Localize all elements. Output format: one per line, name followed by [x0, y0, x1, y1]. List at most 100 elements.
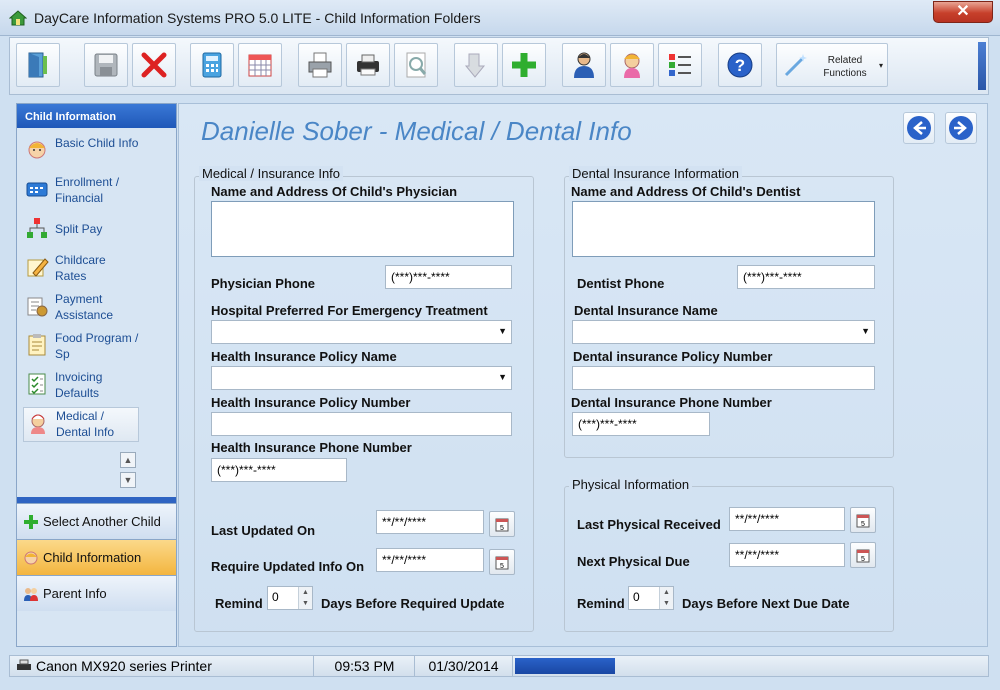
sidebar-item-food-program[interactable]: Food Program / Sp — [23, 330, 139, 364]
child-button[interactable] — [610, 43, 654, 87]
require-updated-input[interactable]: **/**/**** — [376, 548, 484, 572]
policy-name-select[interactable] — [211, 366, 512, 390]
arrow-left-icon — [907, 116, 931, 140]
import-button[interactable] — [454, 43, 498, 87]
next-record-button[interactable] — [945, 112, 977, 144]
sidebar-item-enrollment[interactable]: Enrollment / Financial — [23, 174, 139, 208]
sidebar-item-label: Split Pay — [55, 222, 103, 236]
last-updated-calendar-button[interactable]: 5 — [489, 511, 515, 537]
sidebar-item-label: Enrollment / Financial — [55, 175, 120, 205]
exit-icon — [28, 52, 47, 78]
dentist-phone-label: Dentist Phone — [577, 276, 665, 291]
sidebar-item-split-pay[interactable]: Split Pay — [23, 213, 139, 247]
remind-days-stepper[interactable]: 0 ▲ ▼ — [267, 586, 313, 610]
physician-phone-input[interactable]: (***)***-**** — [385, 265, 512, 289]
print-preview-button[interactable] — [394, 43, 438, 87]
exit-button[interactable] — [16, 43, 60, 87]
nav-parent-info[interactable]: Parent Info — [17, 575, 176, 611]
app-house-icon — [9, 10, 27, 26]
dental-insurance-name-label: Dental Insurance Name — [574, 303, 718, 318]
arrow-right-icon — [949, 116, 973, 140]
physical-remind-stepper[interactable]: 0 ▲ ▼ — [628, 586, 674, 610]
medical-group-title: Medical / Insurance Info — [199, 166, 344, 181]
checklist-button[interactable] — [658, 43, 702, 87]
sidebar-header: Child Information — [17, 104, 176, 128]
spin-arrows-icon[interactable]: ▲ ▼ — [659, 587, 673, 609]
sidebar-item-payment-assistance[interactable]: Payment Assistance — [23, 291, 139, 325]
next-physical-label: Next Physical Due — [577, 554, 690, 569]
physician-input[interactable] — [211, 201, 514, 257]
print-report-button[interactable] — [298, 43, 342, 87]
policy-number-input[interactable] — [211, 412, 512, 436]
printer-button[interactable] — [346, 43, 390, 87]
physical-group-title: Physical Information — [569, 477, 693, 492]
last-physical-calendar-button[interactable]: 5 — [850, 507, 876, 533]
svg-text:5: 5 — [500, 525, 504, 532]
related-functions-button[interactable]: Related Functions ▾ — [776, 43, 888, 87]
sidebar-item-label: Food Program / Sp — [55, 331, 139, 361]
child-face-icon — [28, 141, 46, 159]
window-title: DayCare Information Systems PRO 5.0 LITE… — [34, 10, 481, 26]
close-button[interactable]: ✕ — [933, 1, 993, 23]
nav-child-information[interactable]: Child Information — [17, 539, 176, 575]
sidebar-scroll-down-button[interactable]: ▼ — [120, 472, 136, 488]
require-updated-label: Require Updated Info On — [211, 559, 365, 574]
status-bar: Canon MX920 series Printer 09:53 PM 01/3… — [9, 655, 989, 677]
sidebar-item-medical-dental[interactable]: Medical / Dental Info — [23, 407, 139, 442]
remind-days-value: 0 — [272, 590, 279, 604]
sidebar-item-label: Invoicing Defaults — [55, 370, 103, 400]
add-button[interactable] — [502, 43, 546, 87]
toolbar-grip — [978, 42, 986, 90]
last-physical-input[interactable]: **/**/**** — [729, 507, 845, 531]
help-button[interactable]: ? — [718, 43, 762, 87]
sidebar-item-label: Payment Assistance — [55, 292, 114, 322]
policy-name-label: Health Insurance Policy Name — [211, 349, 397, 364]
dental-group-title: Dental Insurance Information — [569, 166, 742, 181]
calculator-icon — [202, 52, 222, 78]
next-physical-input[interactable]: **/**/**** — [729, 543, 845, 567]
nav-label: Parent Info — [43, 586, 107, 601]
sidebar-scroll-up-button[interactable]: ▲ — [120, 452, 136, 468]
calendar-icon: 5 — [495, 556, 509, 570]
calendar-icon: 5 — [495, 518, 509, 532]
print-icon — [308, 52, 332, 78]
preview-icon — [406, 52, 427, 78]
page-title: Danielle Sober - Medical / Dental Info — [201, 116, 632, 146]
rates-pencil-icon — [27, 258, 49, 277]
status-time: 09:53 PM — [315, 656, 415, 676]
spin-arrows-icon[interactable]: ▲ ▼ — [298, 587, 312, 609]
calendar-icon: 5 — [856, 549, 870, 563]
next-physical-calendar-button[interactable]: 5 — [850, 542, 876, 568]
dental-policy-number-input[interactable] — [572, 366, 875, 390]
require-updated-calendar-button[interactable]: 5 — [489, 549, 515, 575]
sidebar-item-basic-child-info[interactable]: Basic Child Info — [23, 135, 139, 169]
policy-number-label: Health Insurance Policy Number — [211, 395, 411, 410]
import-icon — [464, 53, 486, 78]
status-date: 01/30/2014 — [415, 656, 513, 676]
last-updated-input[interactable]: **/**/**** — [376, 510, 484, 534]
nav-label: Select Another Child — [43, 514, 161, 529]
delete-button[interactable] — [132, 43, 176, 87]
calendar-button[interactable] — [238, 43, 282, 87]
dental-phone-label: Dental Insurance Phone Number — [571, 395, 772, 410]
sidebar-item-childcare-rates[interactable]: Childcare Rates — [23, 252, 139, 286]
status-progress-bar — [515, 658, 615, 674]
nav-select-another-child[interactable]: Select Another Child — [17, 503, 176, 539]
calculator-button[interactable] — [190, 43, 234, 87]
dentist-input[interactable] — [572, 201, 875, 257]
plus-icon — [24, 515, 38, 529]
previous-record-button[interactable] — [903, 112, 935, 144]
dental-insurance-name-select[interactable] — [572, 320, 875, 344]
sidebar-item-invoicing-defaults[interactable]: Invoicing Defaults — [23, 369, 139, 403]
dentist-phone-input[interactable]: (***)***-**** — [737, 265, 875, 289]
add-icon — [512, 53, 536, 77]
save-button[interactable] — [84, 43, 128, 87]
dental-phone-input[interactable]: (***)***-**** — [572, 412, 710, 436]
insurance-phone-label: Health Insurance Phone Number — [211, 440, 412, 455]
insurance-phone-input[interactable]: (***)***-**** — [211, 458, 347, 482]
invoice-check-icon — [28, 373, 46, 395]
last-physical-label: Last Physical Received — [577, 517, 721, 532]
hospital-select[interactable] — [211, 320, 512, 344]
person-button[interactable] — [562, 43, 606, 87]
svg-text:5: 5 — [861, 556, 865, 563]
